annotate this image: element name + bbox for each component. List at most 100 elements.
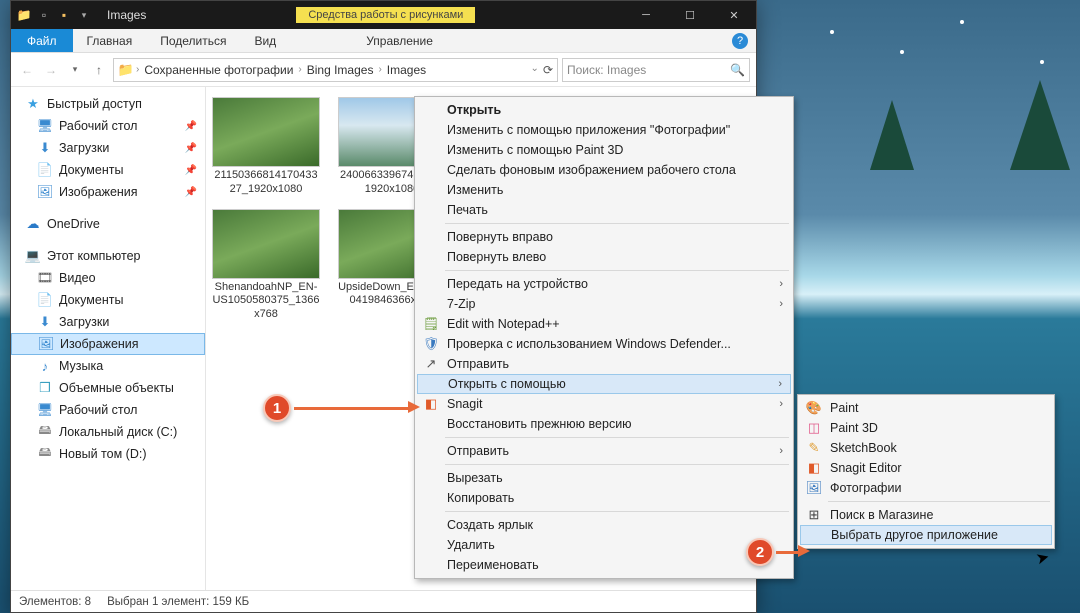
sidebar-video[interactable]: 🎞Видео (11, 267, 205, 289)
ctx-print[interactable]: Печать (417, 200, 791, 220)
ribbon-view-tab[interactable]: Вид (240, 30, 290, 52)
ctx-restore[interactable]: Восстановить прежнюю версию (417, 414, 791, 434)
qat-dropdown-icon[interactable]: ▾ (75, 6, 93, 24)
ctx-7zip[interactable]: 7-Zip› (417, 294, 791, 314)
sidebar-label: Новый том (D:) (59, 447, 147, 461)
maximize-button[interactable]: ☐ (668, 1, 712, 29)
ctx-delete[interactable]: Удалить (417, 535, 791, 555)
ctx-open[interactable]: Открыть (417, 100, 791, 120)
ctx-shortcut[interactable]: Создать ярлык (417, 515, 791, 535)
sidebar-onedrive[interactable]: ☁OneDrive (11, 213, 205, 235)
ribbon-home-tab[interactable]: Главная (73, 30, 147, 52)
titlebar[interactable]: 📁 ▫ ▪ ▾ Images Средства работы с рисунка… (11, 1, 756, 29)
ctx-label: Открыть (447, 103, 501, 117)
nav-back-button[interactable]: ← (17, 60, 37, 80)
ctx-edit-photos[interactable]: Изменить с помощью приложения "Фотографи… (417, 120, 791, 140)
search-icon[interactable]: 🔍 (730, 63, 745, 77)
sidebar-quick-access[interactable]: ★Быстрый доступ (11, 93, 205, 115)
qat-props-icon[interactable]: ▫ (35, 6, 53, 24)
ribbon-share-tab[interactable]: Поделиться (146, 30, 240, 52)
refresh-icon[interactable]: ⟳ (543, 63, 553, 77)
ctx-label: Переименовать (447, 558, 539, 572)
arrow-head-icon (798, 545, 810, 557)
picture-tools-tab[interactable]: Средства работы с рисунками (296, 7, 475, 23)
ctx-label: Поиск в Магазине (830, 508, 933, 522)
ctx-rotate-left[interactable]: Повернуть влево (417, 247, 791, 267)
sidebar-3d-objects[interactable]: ❒Объемные объекты (11, 377, 205, 399)
file-item[interactable]: ShenandoahNP_EN-US1050580375_1366x768 (212, 209, 320, 322)
pictures-icon: 🖼 (38, 336, 54, 352)
chevron-right-icon[interactable]: › (298, 64, 301, 75)
sidebar-downloads2[interactable]: ⬇Загрузки (11, 311, 205, 333)
nav-up-button[interactable]: ↑ (89, 60, 109, 80)
ctx-edit[interactable]: Изменить (417, 180, 791, 200)
ribbon-manage-tab[interactable]: Управление (352, 30, 447, 52)
sidebar-label: Загрузки (59, 141, 109, 155)
sub-photos[interactable]: 🖼Фотографии (800, 478, 1052, 498)
ctx-label: Восстановить прежнюю версию (447, 417, 632, 431)
ctx-copy[interactable]: Копировать (417, 488, 791, 508)
ctx-send-to[interactable]: Отправить› (417, 441, 791, 461)
sidebar-downloads[interactable]: ⬇Загрузки📌 (11, 137, 205, 159)
sidebar-this-pc[interactable]: 💻Этот компьютер (11, 245, 205, 267)
chevron-down-icon[interactable]: ⌄ (531, 63, 539, 77)
sub-paint3d[interactable]: ◫Paint 3D (800, 418, 1052, 438)
search-input[interactable]: Поиск: Images 🔍 (562, 58, 750, 82)
qat-new-icon[interactable]: ▪ (55, 6, 73, 24)
sidebar-music[interactable]: ♪Музыка (11, 355, 205, 377)
ctx-defender[interactable]: 🛡Проверка с использованием Windows Defen… (417, 334, 791, 354)
sidebar-documents[interactable]: 📄Документы📌 (11, 159, 205, 181)
ctx-open-with[interactable]: Открыть с помощью› (417, 374, 791, 394)
folder-icon: 📁 (15, 6, 33, 24)
ctx-rename[interactable]: Переименовать (417, 555, 791, 575)
ctx-edit-paint3d[interactable]: Изменить с помощью Paint 3D (417, 140, 791, 160)
disk-icon: 🖴 (37, 446, 53, 462)
sidebar-new-volume[interactable]: 🖴 Новый том (D:) (11, 443, 205, 465)
chevron-right-icon[interactable]: › (378, 64, 381, 75)
callout-label: 1 (273, 400, 281, 417)
file-item[interactable]: 2115036681417043327_1920x1080 (212, 97, 320, 197)
ctx-share[interactable]: ↗Отправить (417, 354, 791, 374)
video-icon: 🎞 (37, 270, 53, 286)
sub-choose-another[interactable]: Выбрать другое приложение (800, 525, 1052, 545)
sidebar-pictures2[interactable]: 🖼Изображения (11, 333, 205, 355)
ctx-label: Edit with Notepad++ (447, 317, 560, 331)
ribbon-file-tab[interactable]: Файл (11, 29, 73, 52)
ctx-label: Передать на устройство (447, 277, 588, 291)
help-icon[interactable]: ? (732, 33, 748, 49)
cube-icon: ❒ (37, 380, 53, 396)
sidebar-label: Этот компьютер (47, 249, 140, 263)
breadcrumb-segment[interactable]: Сохраненные фотографии (141, 63, 296, 77)
minimize-button[interactable]: ─ (624, 1, 668, 29)
sidebar-desktop[interactable]: 🖥Рабочий стол📌 (11, 115, 205, 137)
nav-recent-button[interactable]: ▾ (65, 60, 85, 80)
sidebar-label: Документы (59, 163, 123, 177)
sidebar-local-disk[interactable]: 🖴Локальный диск (C:) (11, 421, 205, 443)
ctx-rotate-right[interactable]: Повернуть вправо (417, 227, 791, 247)
sub-snagit-editor[interactable]: ◧Snagit Editor (800, 458, 1052, 478)
ctx-label: Изменить (447, 183, 503, 197)
ctx-set-wallpaper[interactable]: Сделать фоновым изображением рабочего ст… (417, 160, 791, 180)
nav-pane: ★Быстрый доступ 🖥Рабочий стол📌 ⬇Загрузки… (11, 87, 206, 590)
chevron-right-icon[interactable]: › (136, 64, 139, 75)
ctx-snagit[interactable]: ◧Snagit› (417, 394, 791, 414)
ctx-cut[interactable]: Вырезать (417, 468, 791, 488)
sub-sketchbook[interactable]: ✎SketchBook (800, 438, 1052, 458)
breadcrumb[interactable]: 📁 › Сохраненные фотографии › Bing Images… (113, 58, 558, 82)
nav-forward-button[interactable]: → (41, 60, 61, 80)
close-button[interactable]: ✕ (712, 1, 756, 29)
sidebar-label: OneDrive (47, 217, 100, 231)
sidebar-documents2[interactable]: 📄Документы (11, 289, 205, 311)
context-menu: Открыть Изменить с помощью приложения "Ф… (414, 96, 794, 579)
separator (445, 223, 789, 224)
ctx-cast[interactable]: Передать на устройство› (417, 274, 791, 294)
ctx-label: Отправить (447, 357, 509, 371)
breadcrumb-segment[interactable]: Bing Images (304, 63, 377, 77)
sub-store-search[interactable]: ⊞Поиск в Магазине (800, 505, 1052, 525)
sidebar-pictures[interactable]: 🖼Изображения📌 (11, 181, 205, 203)
sub-paint[interactable]: 🎨Paint (800, 398, 1052, 418)
sidebar-desktop2[interactable]: 🖥Рабочий стол (11, 399, 205, 421)
breadcrumb-segment[interactable]: Images (384, 63, 429, 77)
chevron-right-icon: › (779, 298, 783, 310)
ctx-notepad[interactable]: 🗒Edit with Notepad++ (417, 314, 791, 334)
